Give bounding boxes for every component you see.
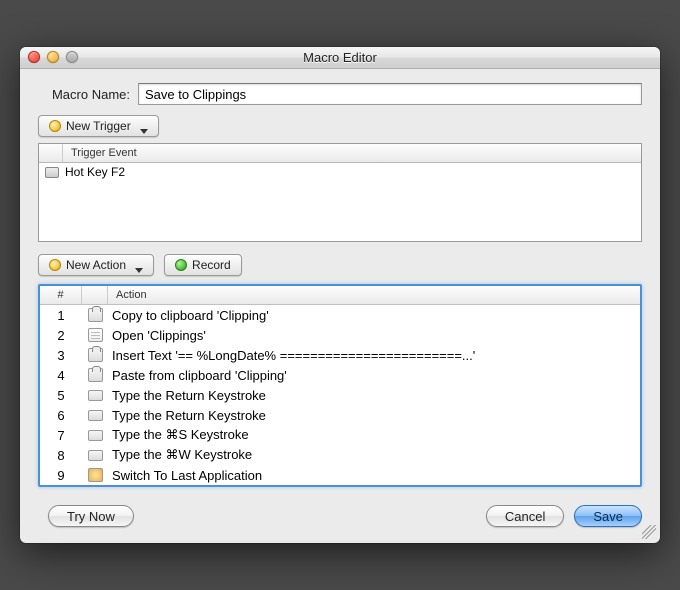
record-icon: [175, 259, 187, 271]
new-action-button[interactable]: New Action: [38, 254, 154, 276]
zoom-icon: [66, 51, 78, 63]
action-list-body: 1 Copy to clipboard 'Clipping' 2 Open 'Clip…: [40, 305, 640, 485]
trigger-list-header: Trigger Event: [39, 144, 641, 163]
action-row[interactable]: 4 Paste from clipboard 'Clipping': [40, 365, 640, 385]
action-row-label: Type the Return Keystroke: [108, 388, 640, 403]
trigger-row[interactable]: Hot Key F2: [39, 163, 641, 181]
window-controls: [28, 51, 78, 63]
titlebar: Macro Editor: [20, 47, 660, 69]
action-row-number: 2: [40, 328, 82, 343]
action-row-label: Switch To Last Application: [108, 468, 640, 483]
action-row-label: Insert Text '== %LongDate% =============…: [108, 348, 640, 363]
trigger-list-body: Hot Key F2: [39, 163, 641, 241]
macro-name-label: Macro Name:: [38, 87, 138, 102]
action-listbox[interactable]: # Action 1 Copy to clipboard 'Clipping' 2 O…: [38, 284, 642, 487]
kbd-icon: [88, 390, 103, 401]
action-row[interactable]: 7 Type the ⌘S Keystroke: [40, 425, 640, 445]
kbd-icon: [88, 410, 103, 421]
action-row-label: Copy to clipboard 'Clipping': [108, 308, 640, 323]
macro-name-row: Macro Name:: [38, 83, 642, 105]
macro-editor-window: Macro Editor Macro Name: New Trigger Tri…: [20, 47, 660, 543]
trigger-header-label: Trigger Event: [63, 144, 641, 162]
action-row-number: 7: [40, 428, 82, 443]
new-action-label: New Action: [66, 258, 126, 272]
action-row[interactable]: 9 Switch To Last Application: [40, 465, 640, 485]
trigger-listbox[interactable]: Trigger Event Hot Key F2: [38, 143, 642, 242]
action-list-header: # Action: [40, 286, 640, 305]
action-header-label: Action: [108, 286, 640, 304]
close-icon[interactable]: [28, 51, 40, 63]
record-label: Record: [192, 258, 231, 272]
new-trigger-label: New Trigger: [66, 119, 131, 133]
action-row-number: 5: [40, 388, 82, 403]
trigger-toolbar: New Trigger: [38, 115, 642, 137]
action-toolbar: New Action Record: [38, 254, 642, 276]
action-row-number: 6: [40, 408, 82, 423]
action-row-label: Open 'Clippings': [108, 328, 640, 343]
action-row[interactable]: 8 Type the ⌘W Keystroke: [40, 445, 640, 465]
action-row[interactable]: 2 Open 'Clippings': [40, 325, 640, 345]
switch-icon: [88, 468, 103, 482]
cancel-button[interactable]: Cancel: [486, 505, 564, 527]
record-button[interactable]: Record: [164, 254, 242, 276]
try-now-button[interactable]: Try Now: [48, 505, 134, 527]
action-row[interactable]: 6 Type the Return Keystroke: [40, 405, 640, 425]
trigger-row-label: Hot Key F2: [65, 165, 125, 179]
footer-buttons: Try Now Cancel Save: [38, 505, 642, 527]
resize-grip-icon[interactable]: [642, 525, 656, 539]
action-row-number: 4: [40, 368, 82, 383]
content-area: Macro Name: New Trigger Trigger Event Ho…: [20, 69, 660, 543]
window-title: Macro Editor: [303, 50, 377, 65]
action-row-label: Type the ⌘W Keystroke: [108, 447, 640, 463]
action-row-number: 1: [40, 308, 82, 323]
action-row-label: Paste from clipboard 'Clipping': [108, 368, 640, 383]
action-row-label: Type the Return Keystroke: [108, 408, 640, 423]
action-row[interactable]: 1 Copy to clipboard 'Clipping': [40, 305, 640, 325]
keyboard-icon: [45, 167, 59, 178]
doc-icon: [88, 328, 103, 342]
action-row-number: 8: [40, 448, 82, 463]
action-row-number: 3: [40, 348, 82, 363]
clip-icon: [88, 308, 103, 322]
action-row[interactable]: 5 Type the Return Keystroke: [40, 385, 640, 405]
minimize-icon[interactable]: [47, 51, 59, 63]
clip-icon: [88, 348, 103, 362]
action-row-number: 9: [40, 468, 82, 483]
new-trigger-button[interactable]: New Trigger: [38, 115, 159, 137]
add-icon: [49, 120, 61, 132]
add-icon: [49, 259, 61, 271]
action-row[interactable]: 3 Insert Text '== %LongDate% ============…: [40, 345, 640, 365]
action-row-label: Type the ⌘S Keystroke: [108, 427, 640, 443]
save-button[interactable]: Save: [574, 505, 642, 527]
clip-icon: [88, 368, 103, 382]
macro-name-input[interactable]: [138, 83, 642, 105]
kbd-icon: [88, 430, 103, 441]
action-header-num: #: [40, 286, 82, 304]
kbd-icon: [88, 450, 103, 461]
